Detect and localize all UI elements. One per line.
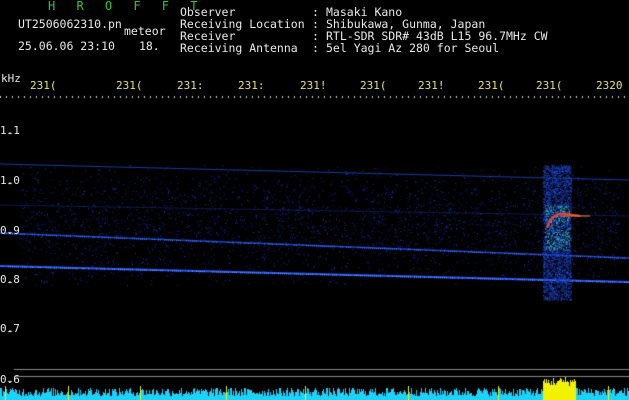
time-tick: 231( bbox=[30, 79, 57, 92]
freq-tick: 0.8 bbox=[0, 273, 20, 286]
time-tick: 231! bbox=[300, 79, 327, 92]
time-tick: 231( bbox=[360, 79, 387, 92]
time-tick: 231( bbox=[478, 79, 505, 92]
time-tick: 231( bbox=[536, 79, 563, 92]
time-tick: 231: bbox=[177, 79, 204, 92]
antenna-label: Receiving Antenna bbox=[180, 41, 298, 55]
mode-label: meteor bbox=[124, 24, 166, 38]
freq-tick: 1.1 bbox=[0, 124, 20, 137]
time-tick: 2320 bbox=[596, 79, 623, 92]
time-tick: 231: bbox=[238, 79, 265, 92]
freq-tick: 0.6 bbox=[0, 373, 20, 386]
freq-tick: 1.0 bbox=[0, 174, 20, 187]
time-tick: 231( bbox=[116, 79, 143, 92]
file-name: UT2506062310.pn bbox=[18, 17, 122, 31]
antenna-separator: : bbox=[312, 41, 319, 55]
time-axis: 231( 231( 231: 231: 231! 231( 231! 231( … bbox=[0, 80, 629, 94]
spectrogram-canvas bbox=[0, 0, 629, 400]
freq-tick: 0.9 bbox=[0, 224, 20, 237]
date-time: 25.06.06 23:10 18. bbox=[18, 39, 160, 53]
antenna-value: 5el Yagi Az 280 for Seoul bbox=[326, 41, 500, 55]
freq-tick: 0.7 bbox=[0, 322, 20, 335]
time-tick: 231! bbox=[418, 79, 445, 92]
